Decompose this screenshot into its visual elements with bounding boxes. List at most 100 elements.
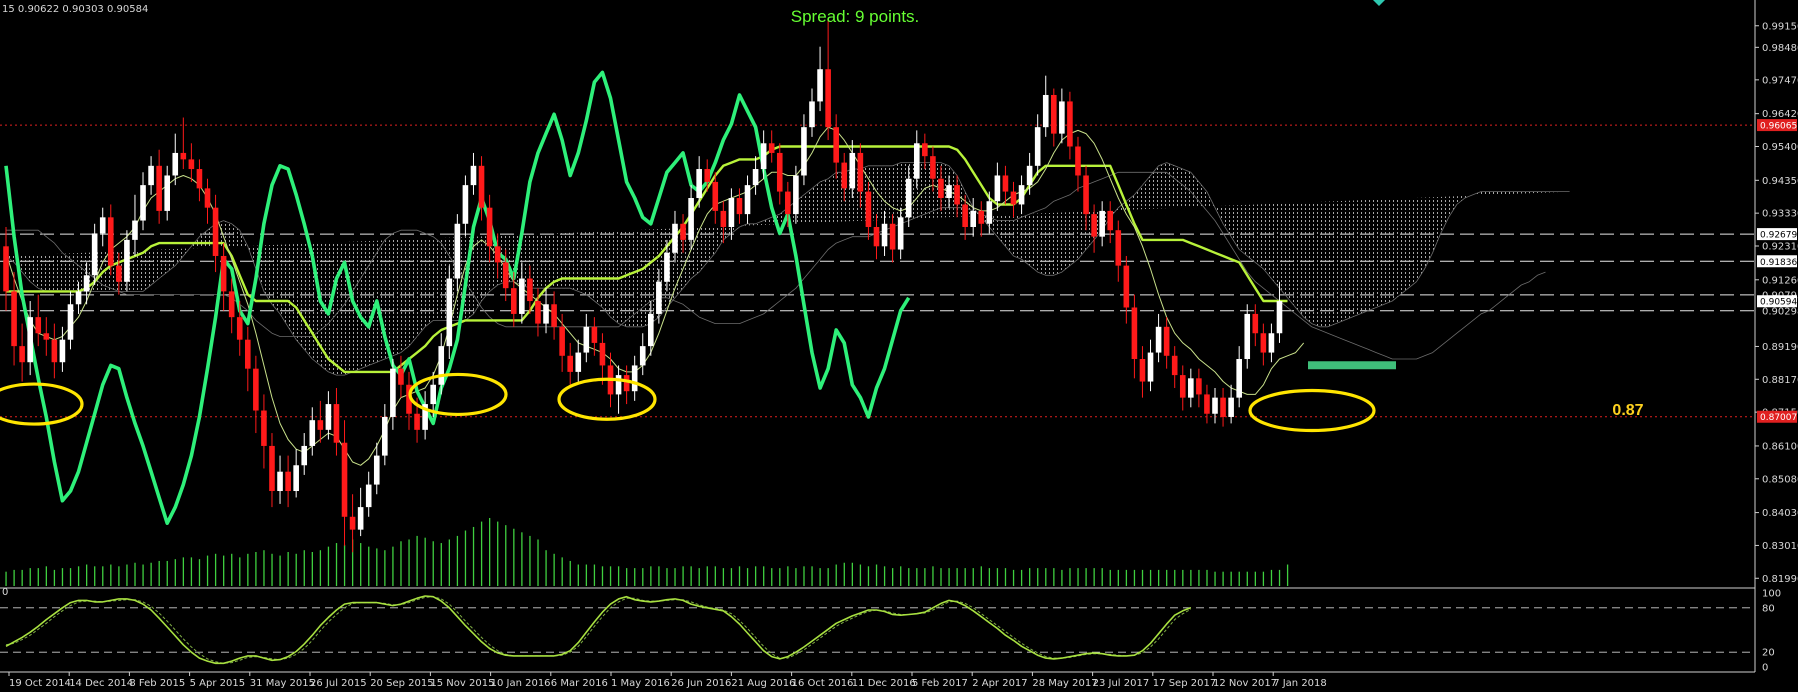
volume-bar: [1222, 571, 1224, 586]
volume-bar: [1012, 569, 1015, 586]
volume-bar: [368, 546, 370, 586]
volume-bar: [1020, 569, 1023, 586]
candle-body: [527, 278, 533, 302]
volume-bar: [335, 543, 338, 586]
candle-body: [1260, 333, 1267, 353]
volume-bar: [1166, 569, 1168, 586]
time-tick-label: 23 Jul 2017: [1093, 678, 1150, 689]
volume-bar: [859, 564, 862, 586]
volume-bar: [1198, 569, 1200, 586]
volume-bar: [384, 550, 386, 586]
volume-bar: [1069, 568, 1071, 586]
volume-bar: [223, 555, 225, 586]
volume-bar: [988, 568, 991, 586]
volume-bar: [231, 553, 233, 586]
volume-bar: [376, 548, 378, 586]
candle-body: [583, 326, 590, 353]
candle-body: [293, 465, 299, 492]
candle-body: [341, 442, 348, 517]
volume-bar: [263, 550, 265, 586]
volume-bar: [1174, 569, 1176, 586]
volume-bar: [698, 568, 700, 586]
price-tick-label: 0.95400: [1762, 142, 1798, 153]
volume-bar: [835, 564, 837, 586]
price-tick-label: 0.92310: [1762, 241, 1798, 252]
candle-body: [1083, 175, 1089, 215]
volume-bar: [1230, 571, 1232, 586]
volume-bar: [13, 569, 15, 586]
volume-bar: [803, 566, 805, 586]
candle-body: [1268, 333, 1275, 353]
candle-body: [478, 165, 485, 208]
volume-bar: [1149, 569, 1152, 586]
time-tick-label: 7 Jan 2018: [1273, 678, 1327, 689]
volume-bar: [255, 552, 257, 586]
price-axis[interactable]: 0.99150 0.98480 0.97470 0.96420 0.95400 0.943…: [1755, 21, 1798, 674]
price-tag-label: 0.91836: [1760, 258, 1797, 268]
volume-bar: [214, 553, 217, 586]
time-tick-label: 17 Sep 2017: [1153, 678, 1216, 689]
volume-bar: [86, 564, 88, 586]
ohlc-readout: 15 0.90622 0.90303 0.90584: [2, 4, 148, 15]
candle-body: [615, 375, 622, 395]
candle-body: [817, 69, 823, 102]
price-tick-label: 0.99150: [1762, 21, 1798, 32]
volume-bar: [416, 535, 418, 586]
candle-body: [680, 223, 686, 240]
candle-body: [551, 304, 557, 327]
candle-body: [1204, 394, 1210, 414]
price-chart[interactable]: 0 0.991500.984800.974700.964200.954000.9…: [0, 0, 1798, 692]
candle-body: [809, 101, 815, 128]
volume-bar: [771, 568, 773, 586]
candle-body: [1026, 165, 1033, 186]
candle-body: [712, 181, 719, 211]
volume-bar: [1190, 569, 1192, 586]
candle-body: [1010, 191, 1017, 205]
candle-body: [83, 275, 90, 292]
candle-body: [390, 368, 396, 417]
volume-bar: [666, 568, 668, 586]
candle-body: [365, 484, 372, 508]
candle-body: [236, 317, 243, 340]
volume-bar: [1053, 568, 1055, 586]
volume-bar: [561, 557, 563, 586]
volume-bar: [875, 564, 878, 586]
candle-body: [567, 355, 573, 372]
price-tick-label: 0.85080: [1762, 474, 1798, 485]
volume-bar: [198, 559, 201, 586]
volume-bar: [166, 560, 168, 586]
candle-body: [196, 169, 203, 189]
volume-bar: [303, 550, 305, 586]
candle-body: [204, 188, 211, 208]
volume-bar: [61, 568, 64, 586]
candle-body: [833, 127, 839, 163]
volume-bar: [1029, 568, 1031, 586]
candle-body: [35, 317, 42, 334]
candle-body: [728, 198, 735, 227]
volume-bar: [118, 566, 120, 586]
candle-body: [1212, 397, 1218, 414]
volume-bar: [440, 543, 442, 586]
candle-body: [801, 127, 807, 176]
stoch-tick-label: 0: [1762, 663, 1768, 674]
candle-body: [132, 220, 138, 240]
candle-body: [672, 223, 678, 253]
candle-body: [535, 301, 541, 324]
candle-body: [688, 198, 694, 240]
candle-body: [897, 217, 904, 250]
volume-bar: [311, 552, 313, 586]
volume-bar: [53, 569, 56, 586]
volume-bar: [722, 568, 725, 586]
candle-body: [631, 365, 638, 392]
candle-body: [164, 175, 170, 211]
candle-body: [1034, 127, 1041, 166]
candle: [446, 265, 453, 360]
volume-bar: [448, 539, 450, 586]
volume-bar: [37, 568, 39, 586]
volume-bar: [464, 530, 467, 586]
time-tick-label: 14 Dec 2014: [69, 678, 133, 689]
volume-bar: [827, 568, 829, 586]
time-tick-label: 12 Nov 2017: [1213, 678, 1277, 689]
candle-body: [873, 226, 880, 247]
volume-bar: [738, 566, 741, 586]
